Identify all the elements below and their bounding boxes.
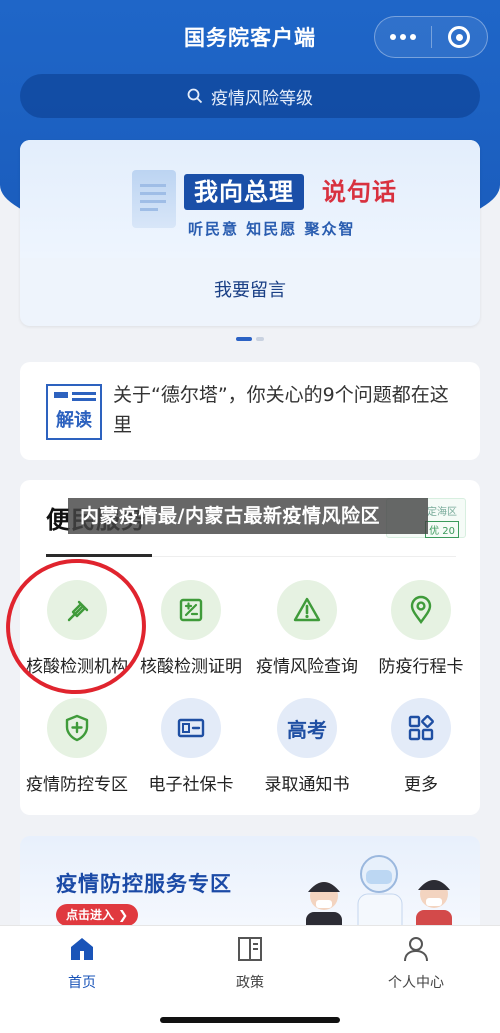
search-bar[interactable]: 疫情风险等级 [20,74,480,118]
dot-icon [390,34,396,40]
user-icon [404,937,428,962]
article-title: 关于“德尔塔”，你关心的9个问题都在这里 [113,384,449,436]
close-miniprogram-button[interactable] [432,17,487,57]
service-label: 核酸检测证明 [140,657,242,677]
enter-button[interactable]: 点击进入 ❯ [56,904,139,926]
service-label: 疫情防控专区 [26,775,128,795]
target-icon [448,26,471,48]
risk-tag-area: 定海区 [427,507,457,518]
document-icon [132,170,176,228]
medical-staff-illustration [306,855,452,936]
tab-label: 个人中心 [388,975,444,991]
overlay-caption: 内蒙疫情最/内蒙古最新疫情风险区 [68,498,428,534]
jiedu-icon: 解读 [46,384,102,440]
mini-program-capsule [374,16,488,58]
search-placeholder: 疫情风险等级 [211,88,313,109]
tab-label: 首页 [68,975,96,991]
home-icon [71,938,93,960]
service-item[interactable]: 更多 [362,698,480,795]
service-item[interactable]: 防疫行程卡 [362,580,480,677]
leave-message-button[interactable]: 我要留言 [20,276,480,302]
banner-sub-slogan: 听民意 知民愿 聚众智 [188,220,356,238]
banner-image: 我向总理 说句话 听民意 知民愿 聚众智 [20,140,480,258]
id-card-icon [161,698,221,758]
carousel-indicator [236,337,264,341]
service-label: 防疫行程卡 [378,657,464,677]
warning-icon [277,580,337,640]
book-icon [238,937,262,961]
service-label: 电子社保卡 [148,775,234,795]
service-label: 录取通知书 [264,775,350,795]
search-icon [187,88,203,104]
service-item[interactable]: 核酸检测证明 [132,580,250,677]
service-label: 疫情风险查询 [256,657,358,677]
home-indicator [160,1017,340,1023]
service-item[interactable]: 疫情防控专区 [18,698,136,795]
shield-plus-icon [47,698,107,758]
title-underline [46,554,152,557]
carousel-dot-active [236,337,252,341]
risk-tag-value: 优 20 [425,521,459,538]
service-label: 更多 [404,775,438,795]
more-menu-button[interactable] [375,17,431,57]
tab-home[interactable]: 首页 [22,934,142,992]
banner-slogan-right: 说句话 [322,178,397,206]
gaokao-icon-text: 高考 [287,717,327,742]
dot-icon [410,34,416,40]
apps-grid-icon [391,698,451,758]
tab-label: 政策 [236,975,264,991]
location-pin-icon [391,580,451,640]
service-item[interactable]: 高考 录取通知书 [248,698,366,795]
epidemic-zone-banner[interactable]: 疫情防控服务专区 点击进入 ❯ [20,836,480,936]
service-item[interactable]: 电子社保卡 [132,698,250,795]
jiedu-icon-label: 解读 [56,410,92,431]
dot-icon [400,34,406,40]
service-item[interactable]: 疫情风险查询 [248,580,366,677]
carousel-dot [256,337,264,341]
promo-title: 疫情防控服务专区 [56,872,232,896]
article-card[interactable]: 解读 关于“德尔塔”，你关心的9个问题都在这里 [20,362,480,460]
tab-policy[interactable]: 政策 [190,934,310,992]
premier-message-banner[interactable]: 我向总理 说句话 听民意 知民愿 聚众智 我要留言 [20,140,480,326]
tab-profile[interactable]: 个人中心 [356,934,476,992]
top-bar: 国务院客户端 [0,0,500,75]
banner-slogan-left: 我向总理 [184,174,304,210]
gaokao-icon: 高考 [277,698,337,758]
certificate-icon [161,580,221,640]
